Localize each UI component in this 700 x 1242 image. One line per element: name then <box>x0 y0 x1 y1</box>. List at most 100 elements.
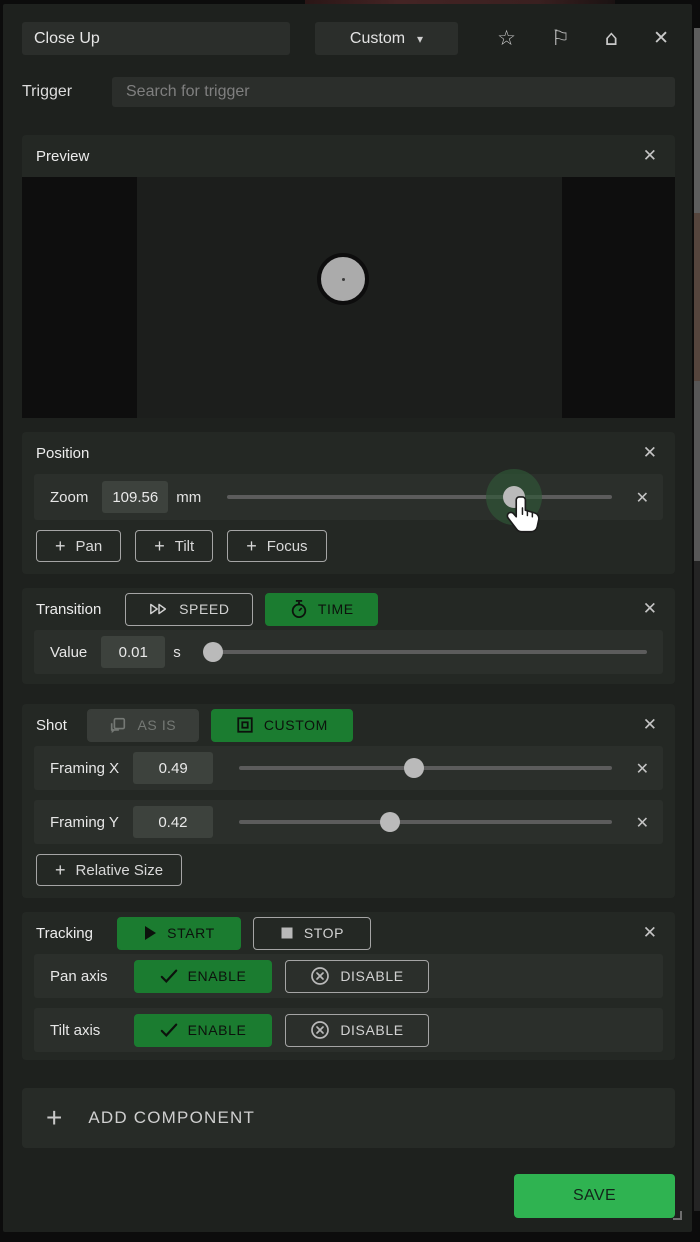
pan-axis-enable-button[interactable]: ENABLE <box>134 960 272 993</box>
zoom-label: Zoom <box>50 489 88 506</box>
framing-y-slider[interactable] <box>239 811 612 833</box>
stopwatch-icon <box>290 599 308 619</box>
zoom-slider-handle[interactable] <box>503 486 525 508</box>
trigger-search-input[interactable] <box>112 77 675 107</box>
background-scrollbar-segment <box>694 28 700 213</box>
time-mode-button[interactable]: TIME <box>265 593 378 626</box>
circle-x-icon <box>310 1020 330 1040</box>
marker-center-dot <box>342 278 345 281</box>
background-scrollbar-segment <box>694 381 700 561</box>
as-is-mode-button[interactable]: AS IS <box>87 709 199 742</box>
square-in-square-icon <box>236 716 254 734</box>
dialog-topbar: Custom ▾ ☆ ⚐ ⌂ ✕ <box>22 22 675 55</box>
add-component-label: ADD COMPONENT <box>88 1108 255 1128</box>
preset-editor-dialog: Custom ▾ ☆ ⚐ ⌂ ✕ Trigger Preview ✕ <box>3 4 692 1232</box>
tilt-axis-disable-button[interactable]: DISABLE <box>285 1014 429 1047</box>
value-label: Value <box>50 644 87 661</box>
transition-slider-track[interactable] <box>207 650 647 654</box>
home-icon[interactable]: ⌂ <box>605 28 618 49</box>
custom-mode-button[interactable]: CUSTOM <box>211 709 353 742</box>
speed-mode-button[interactable]: SPEED <box>125 593 253 626</box>
preview-viewport <box>22 177 675 418</box>
shot-close-icon[interactable]: ✕ <box>639 715 661 736</box>
tilt-axis-enable-label: ENABLE <box>188 1022 247 1038</box>
resize-handle[interactable] <box>673 1211 682 1220</box>
tilt-axis-label: Tilt axis <box>50 1022 132 1039</box>
shot-add-buttons: + Relative Size <box>22 844 675 896</box>
flag-icon[interactable]: ⚐ <box>551 28 570 49</box>
save-button[interactable]: SAVE <box>514 1174 675 1218</box>
preview-video-area <box>137 177 562 418</box>
tracked-subject-marker <box>317 253 369 305</box>
framing-x-value-box[interactable]: 0.49 <box>133 752 213 784</box>
position-title: Position <box>36 445 89 462</box>
time-mode-label: TIME <box>318 601 354 617</box>
framing-x-slider-handle[interactable] <box>404 758 424 778</box>
close-dialog-icon[interactable]: ✕ <box>653 29 669 48</box>
preview-title: Preview <box>36 148 89 165</box>
transition-panel: Transition SPEED TIME ✕ <box>22 588 675 684</box>
framing-y-slider-handle[interactable] <box>380 812 400 832</box>
tracking-header: Tracking START STOP ✕ <box>22 912 675 954</box>
speed-mode-label: SPEED <box>179 601 229 617</box>
letterbox-right <box>562 177 675 418</box>
screen: Custom ▾ ☆ ⚐ ⌂ ✕ Trigger Preview ✕ <box>0 0 700 1242</box>
transition-slider-handle[interactable] <box>203 642 223 662</box>
tracking-close-icon[interactable]: ✕ <box>639 923 661 944</box>
transition-value-row: Value 0.01 s <box>34 630 663 674</box>
framing-x-label: Framing X <box>50 760 119 777</box>
tracking-stop-button[interactable]: STOP <box>253 917 371 950</box>
tracking-title: Tracking <box>36 925 93 942</box>
letterbox-left <box>22 177 137 418</box>
add-focus-label: Focus <box>267 538 308 555</box>
zoom-unit: mm <box>176 489 201 506</box>
zoom-slider-hover-glow <box>486 469 542 525</box>
framing-y-remove-icon[interactable]: ✕ <box>630 813 655 832</box>
preset-type-dropdown[interactable]: Custom ▾ <box>315 22 458 55</box>
circle-x-icon <box>310 966 330 986</box>
zoom-remove-icon[interactable]: ✕ <box>630 488 655 507</box>
tracking-start-button[interactable]: START <box>117 917 241 950</box>
position-close-icon[interactable]: ✕ <box>639 443 661 464</box>
pan-axis-disable-label: DISABLE <box>340 968 403 984</box>
tilt-axis-disable-label: DISABLE <box>340 1022 403 1038</box>
plus-icon: + <box>246 537 257 555</box>
transition-value-slider[interactable] <box>207 641 647 663</box>
framing-x-remove-icon[interactable]: ✕ <box>630 759 655 778</box>
framing-y-slider-track[interactable] <box>239 820 612 824</box>
value-box[interactable]: 0.01 <box>101 636 165 668</box>
chevron-down-icon: ▾ <box>417 32 423 46</box>
preset-type-value: Custom <box>350 30 405 48</box>
pan-axis-label: Pan axis <box>50 968 132 985</box>
add-tilt-button[interactable]: + Tilt <box>135 530 213 562</box>
pan-axis-disable-button[interactable]: DISABLE <box>285 960 429 993</box>
zoom-value-box[interactable]: 109.56 <box>102 481 168 513</box>
transition-close-icon[interactable]: ✕ <box>639 599 661 620</box>
plus-icon: + <box>55 861 66 879</box>
framing-y-label: Framing Y <box>50 814 119 831</box>
add-tilt-label: Tilt <box>175 538 194 555</box>
zoom-slider-track[interactable] <box>227 495 611 499</box>
framing-x-slider-track[interactable] <box>239 766 611 770</box>
add-component-button[interactable]: + ADD COMPONENT <box>22 1088 675 1148</box>
add-relative-size-button[interactable]: + Relative Size <box>36 854 182 886</box>
value-unit: s <box>173 644 181 661</box>
pan-axis-row: Pan axis ENABLE DISABLE <box>34 954 663 998</box>
add-pan-label: Pan <box>76 538 103 555</box>
add-focus-button[interactable]: + Focus <box>227 530 326 562</box>
tilt-axis-enable-button[interactable]: ENABLE <box>134 1014 272 1047</box>
plus-icon: + <box>154 537 165 555</box>
position-panel: Position ✕ Zoom 109.56 mm ✕ + Pan <box>22 432 675 574</box>
frames-icon <box>109 716 127 734</box>
shot-header: Shot AS IS CUSTOM ✕ <box>22 704 675 746</box>
framing-x-slider[interactable] <box>239 757 611 779</box>
preview-header: Preview ✕ <box>22 135 675 177</box>
favorite-star-icon[interactable]: ☆ <box>497 28 516 49</box>
topbar-actions: ☆ ⚐ ⌂ ✕ <box>497 28 675 49</box>
preview-close-icon[interactable]: ✕ <box>639 146 661 167</box>
tracking-panel: Tracking START STOP ✕ Pan axis <box>22 912 675 1060</box>
framing-y-value-box[interactable]: 0.42 <box>133 806 213 838</box>
preset-name-input[interactable] <box>22 22 290 55</box>
zoom-slider[interactable] <box>227 486 611 508</box>
add-pan-button[interactable]: + Pan <box>36 530 121 562</box>
